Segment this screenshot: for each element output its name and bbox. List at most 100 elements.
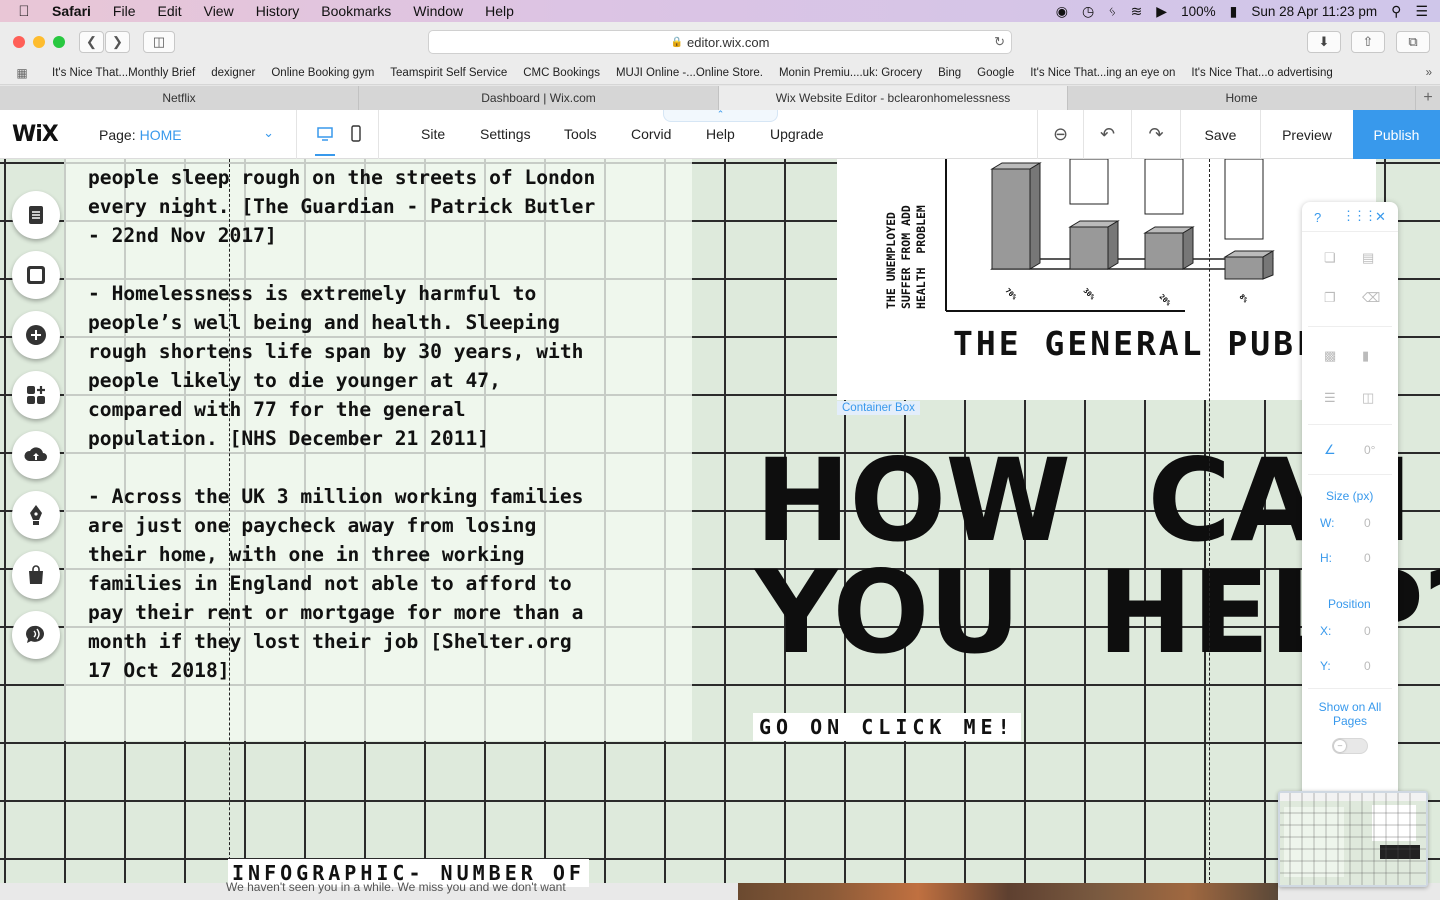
bookmark-item[interactable]: Monin Premiu....uk: Grocery xyxy=(771,67,930,79)
align-icon[interactable]: ▮ xyxy=(1362,348,1369,364)
height-input[interactable]: 0 xyxy=(1364,551,1371,565)
arrange-icon[interactable]: ▩ xyxy=(1324,348,1336,364)
chat-icon xyxy=(25,625,44,643)
page-minimap[interactable] xyxy=(1278,791,1428,887)
menu-file[interactable]: File xyxy=(102,3,147,19)
save-button[interactable]: Save xyxy=(1180,110,1260,159)
cloud-upload-icon xyxy=(24,447,47,461)
forward-button[interactable]: ❯ xyxy=(105,31,130,53)
menu-help[interactable]: Help xyxy=(474,3,525,19)
downloads-button[interactable]: ⬇ xyxy=(1307,31,1341,53)
menu-settings[interactable]: Settings xyxy=(480,126,531,142)
tab-wix-dashboard[interactable]: Dashboard | Wix.com xyxy=(359,86,719,110)
bookmark-item[interactable]: Google xyxy=(969,67,1022,79)
volume-icon[interactable]: ▶ xyxy=(1156,3,1167,20)
wifi-icon[interactable]: ≋ xyxy=(1131,3,1143,20)
battery-icon[interactable]: ▮ xyxy=(1230,3,1238,20)
menu-upgrade[interactable]: Upgrade xyxy=(770,126,824,142)
menu-tools[interactable]: Tools xyxy=(564,126,597,142)
help-icon[interactable]: ? xyxy=(1314,210,1321,225)
show-all-pages-toggle[interactable]: – xyxy=(1332,738,1368,754)
drag-handle-icon[interactable]: ⋮⋮⋮ xyxy=(1342,208,1377,224)
store-button[interactable] xyxy=(12,551,60,599)
add-button[interactable] xyxy=(12,311,60,359)
tab-home[interactable]: Home xyxy=(1068,86,1416,110)
bookmark-item[interactable]: Teamspirit Self Service xyxy=(382,67,515,79)
background-button[interactable] xyxy=(12,251,60,299)
menu-site[interactable]: Site xyxy=(421,126,445,142)
desktop-icon[interactable] xyxy=(316,125,334,143)
chart-bar-label-4: 8% xyxy=(1238,293,1250,305)
collapse-toolbar-icon[interactable]: ⌃ xyxy=(663,110,778,122)
time-machine-icon[interactable]: ◷ xyxy=(1082,3,1094,20)
bookmark-item[interactable]: CMC Bookings xyxy=(515,67,608,79)
bookmark-item[interactable]: dexigner xyxy=(203,67,263,79)
mobile-icon[interactable] xyxy=(349,125,363,143)
menu-corvid[interactable]: Corvid xyxy=(631,126,671,142)
bookmark-item[interactable]: It's Nice That...ing an eye on xyxy=(1022,67,1183,79)
trash-icon[interactable]: ⌫ xyxy=(1362,290,1380,306)
chart-bar-label-3: 20% xyxy=(1158,293,1173,308)
bookmark-item[interactable]: Online Booking gym xyxy=(263,67,382,79)
bookmark-item[interactable]: It's Nice That...Monthly Brief xyxy=(44,67,203,79)
zoom-out-button[interactable]: ⊖ xyxy=(1037,110,1083,159)
apple-icon[interactable]:  xyxy=(0,3,48,20)
share-button[interactable]: ⇧ xyxy=(1351,31,1385,53)
undo-button[interactable]: ↶ xyxy=(1083,110,1131,159)
toggle-knob: – xyxy=(1334,740,1346,752)
copy-icon[interactable]: ❏ xyxy=(1324,250,1336,266)
tab-wix-editor[interactable]: Wix Website Editor - bclearonhomelessnes… xyxy=(719,86,1068,110)
duplicate-icon[interactable]: ❐ xyxy=(1324,290,1336,306)
notification-center-icon[interactable]: ☰ xyxy=(1415,3,1428,20)
bookmark-item[interactable]: It's Nice That...o advertising xyxy=(1183,67,1340,79)
publish-button[interactable]: Publish xyxy=(1353,110,1440,159)
preview-button[interactable]: Preview xyxy=(1260,110,1353,159)
spotlight-icon[interactable]: ⚲ xyxy=(1391,3,1401,20)
y-input[interactable]: 0 xyxy=(1364,659,1371,673)
statistics-text[interactable]: people sleep rough on the streets of Lon… xyxy=(88,163,678,685)
paste-icon[interactable]: ▤ xyxy=(1362,250,1374,266)
menu-window[interactable]: Window xyxy=(402,3,474,19)
bluetooth-icon[interactable]: ᛃ xyxy=(1108,3,1116,19)
rotation-value[interactable]: 0° xyxy=(1364,443,1375,457)
media-upload-button[interactable] xyxy=(12,431,60,479)
back-button[interactable]: ❮ xyxy=(79,31,104,53)
blog-button[interactable] xyxy=(12,491,60,539)
chart-bar-1 xyxy=(990,162,1042,270)
menu-app-name[interactable]: Safari xyxy=(48,3,102,19)
creative-cloud-icon[interactable]: ◉ xyxy=(1056,3,1068,20)
grid-icon[interactable]: ▦ xyxy=(0,66,44,80)
close-icon[interactable]: ✕ xyxy=(1375,209,1386,225)
width-input[interactable]: 0 xyxy=(1364,516,1371,530)
bookmark-item[interactable]: Bing xyxy=(930,67,969,79)
add-apps-button[interactable] xyxy=(12,371,60,419)
tab-overview-button[interactable]: ⧉ xyxy=(1396,31,1430,53)
x-input[interactable]: 0 xyxy=(1364,624,1371,638)
editor-canvas[interactable]: people sleep rough on the streets of Lon… xyxy=(0,159,1440,900)
bookmark-item[interactable]: MUJI Online -...Online Store. xyxy=(608,67,771,79)
battery-percent[interactable]: 100% xyxy=(1181,4,1216,19)
reload-icon[interactable]: ↻ xyxy=(994,34,1005,50)
cta-button[interactable]: GO ON CLICK ME! xyxy=(753,713,1021,741)
minimize-window-icon[interactable] xyxy=(33,36,45,48)
wix-chat-button[interactable] xyxy=(12,611,60,659)
distribute-icon[interactable]: ☰ xyxy=(1324,390,1336,406)
new-tab-icon[interactable]: + xyxy=(1416,86,1440,110)
tab-netflix[interactable]: Netflix xyxy=(0,86,359,110)
address-bar[interactable]: 🔒 editor.wix.com ↻ xyxy=(428,30,1012,54)
pages-menu-button[interactable] xyxy=(12,191,60,239)
menu-bookmarks[interactable]: Bookmarks xyxy=(310,3,402,19)
menu-history[interactable]: History xyxy=(245,3,311,19)
close-window-icon[interactable] xyxy=(13,36,25,48)
fullscreen-window-icon[interactable] xyxy=(53,36,65,48)
redo-button[interactable]: ↷ xyxy=(1131,110,1180,159)
clock[interactable]: Sun 28 Apr 11:23 pm xyxy=(1251,4,1377,19)
sidebar-toggle-button[interactable]: ◫ xyxy=(143,31,175,53)
chevron-double-right-icon[interactable]: » xyxy=(1426,67,1440,79)
wix-logo[interactable]: WiX xyxy=(12,122,59,147)
menu-view[interactable]: View xyxy=(193,3,245,19)
menu-edit[interactable]: Edit xyxy=(146,3,192,19)
match-size-icon[interactable]: ◫ xyxy=(1362,390,1374,406)
page-selector[interactable]: Page: HOME ⌄ xyxy=(82,110,297,159)
menu-help[interactable]: Help xyxy=(706,126,735,142)
